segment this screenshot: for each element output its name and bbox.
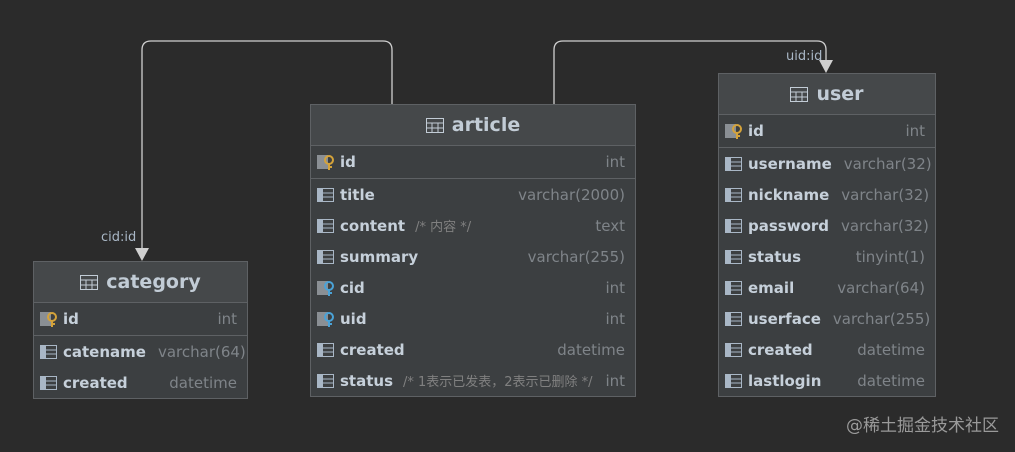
column-row-id[interactable]: id int <box>311 146 635 179</box>
column-row-email[interactable]: email varchar(64) <box>719 272 935 303</box>
column-row-created[interactable]: created datetime <box>311 334 635 365</box>
column-type: varchar(255) <box>832 309 931 328</box>
column-type: varchar(32) <box>841 216 929 235</box>
column-icon <box>725 342 742 357</box>
table-header[interactable]: article <box>311 105 635 146</box>
column-type: int <box>217 310 237 328</box>
column-type: varchar(2000) <box>518 185 625 204</box>
column-name: status <box>748 247 801 266</box>
er-diagram: cid:id uid:id article id int title varch… <box>0 0 1015 452</box>
column-type: varchar(64) <box>157 342 246 361</box>
column-name: cid <box>340 278 365 297</box>
column-row-status[interactable]: status /* 1表示已发表，2表示已删除 */ int <box>311 365 635 396</box>
table-title: user <box>816 83 864 105</box>
column-type: varchar(64) <box>837 278 925 297</box>
column-type: varchar(32) <box>841 185 930 204</box>
column-row-nickname[interactable]: nickname varchar(32) <box>719 179 935 210</box>
column-icon <box>317 249 334 264</box>
column-name: status <box>340 371 393 390</box>
column-name: id <box>340 153 356 171</box>
column-row-uid[interactable]: uid int <box>311 303 635 334</box>
column-row-content[interactable]: content /* 内容 */ text <box>311 210 635 241</box>
table-article[interactable]: article id int title varchar(2000) conte… <box>310 104 636 397</box>
column-type: int <box>605 153 625 171</box>
column-icon <box>40 344 57 359</box>
column-type: varchar(255) <box>527 247 625 266</box>
relation-label-cid: cid:id <box>101 230 137 245</box>
column-name: created <box>340 340 405 359</box>
column-icon <box>317 187 334 202</box>
column-row-id[interactable]: id int <box>719 115 935 148</box>
table-title: article <box>451 114 521 136</box>
column-row-lastlogin[interactable]: lastlogin datetime <box>719 365 935 396</box>
column-name: password <box>748 216 830 235</box>
primary-key-icon <box>317 155 334 170</box>
column-row-id[interactable]: id int <box>34 303 247 336</box>
column-type: int <box>605 371 625 390</box>
column-name: created <box>63 373 128 392</box>
column-icon <box>725 156 742 171</box>
primary-key-icon <box>40 312 57 327</box>
table-icon <box>80 274 99 290</box>
relation-label-uid: uid:id <box>786 49 823 64</box>
table-header[interactable]: user <box>719 74 935 115</box>
column-type: tinyint(1) <box>855 247 925 266</box>
column-name: userface <box>748 309 821 328</box>
column-type: int <box>905 122 925 140</box>
column-name: title <box>340 185 375 204</box>
column-icon <box>317 373 334 388</box>
table-title: category <box>106 271 201 293</box>
column-comment: /* 1表示已发表，2表示已删除 */ <box>403 375 593 390</box>
column-row-userface[interactable]: userface varchar(255) <box>719 303 935 334</box>
column-name: uid <box>340 309 367 328</box>
column-name: summary <box>340 247 419 266</box>
column-name: id <box>748 122 764 140</box>
column-name: username <box>748 154 832 173</box>
column-row-created[interactable]: created datetime <box>34 367 247 398</box>
column-icon <box>725 249 742 264</box>
column-icon <box>725 187 742 202</box>
table-icon <box>425 117 444 133</box>
column-comment: /* 内容 */ <box>415 220 472 235</box>
column-name: id <box>63 310 79 328</box>
column-type: int <box>605 309 625 328</box>
table-header[interactable]: category <box>34 262 247 303</box>
column-row-title[interactable]: title varchar(2000) <box>311 179 635 210</box>
column-type: int <box>605 278 625 297</box>
column-row-summary[interactable]: summary varchar(255) <box>311 241 635 272</box>
column-row-username[interactable]: username varchar(32) <box>719 148 935 179</box>
watermark: @稀土掘金技术社区 <box>846 416 999 436</box>
column-row-cid[interactable]: cid int <box>311 272 635 303</box>
foreign-key-icon <box>317 311 334 327</box>
column-name: lastlogin <box>748 371 822 390</box>
column-type: datetime <box>857 371 925 390</box>
column-row-catename[interactable]: catename varchar(64) <box>34 336 247 367</box>
foreign-key-icon <box>317 280 334 296</box>
arrow-head-category <box>135 248 149 261</box>
table-icon <box>790 86 809 102</box>
primary-key-icon <box>725 124 742 139</box>
column-name: content <box>340 216 406 235</box>
table-category[interactable]: category id int catename varchar(64) cre… <box>33 261 248 399</box>
column-name: email <box>748 278 795 297</box>
column-icon <box>725 280 742 295</box>
column-name: created <box>748 340 813 359</box>
column-row-created[interactable]: created datetime <box>719 334 935 365</box>
column-icon <box>725 218 742 233</box>
column-type: varchar(32) <box>843 154 932 173</box>
column-icon <box>725 373 742 388</box>
column-name: catename <box>63 342 146 361</box>
column-type: datetime <box>169 373 237 392</box>
column-type: text <box>595 216 625 235</box>
column-type: datetime <box>557 340 625 359</box>
column-icon <box>40 375 57 390</box>
column-type: datetime <box>857 340 925 359</box>
table-user[interactable]: user id int username varchar(32) nicknam… <box>718 73 936 397</box>
column-row-password[interactable]: password varchar(32) <box>719 210 935 241</box>
column-name: nickname <box>748 185 830 204</box>
column-icon <box>725 311 742 326</box>
column-icon <box>317 218 334 233</box>
column-row-status[interactable]: status tinyint(1) <box>719 241 935 272</box>
column-icon <box>317 342 334 357</box>
